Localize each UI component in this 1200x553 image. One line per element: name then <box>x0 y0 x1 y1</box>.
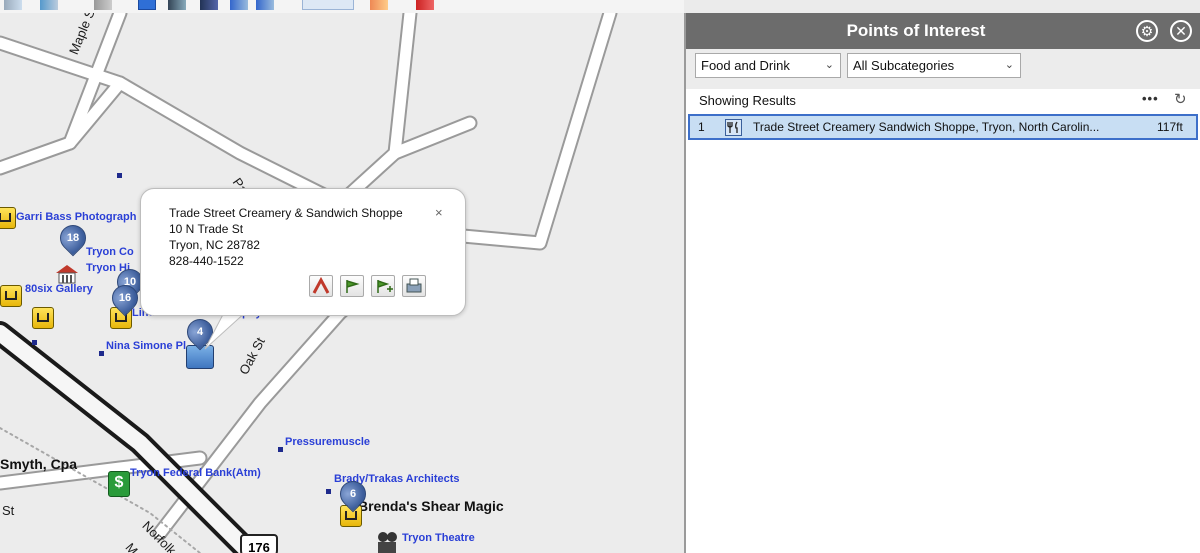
toolbar-button[interactable] <box>256 0 274 10</box>
close-icon[interactable]: ✕ <box>1170 20 1192 42</box>
popup-phone: 828-440-1522 <box>169 254 244 268</box>
highway-shield: 176 <box>240 534 278 553</box>
poi-panel: Points of Interest ⚙ ✕ Food and Drink ⌄ … <box>684 13 1200 553</box>
poi-label[interactable]: Tryon Federal Bank(Atm) <box>130 467 261 479</box>
chevron-down-icon: ⌄ <box>824 59 834 71</box>
toolbar-button[interactable] <box>302 0 354 10</box>
poi-dot[interactable] <box>278 447 283 452</box>
app-window: Maple St Pal Oak St St Norfolk M Garri B… <box>0 0 1200 553</box>
toolbar-button[interactable] <box>94 0 112 10</box>
theatre-icon[interactable] <box>376 531 398 553</box>
map-view[interactable]: Maple St Pal Oak St St Norfolk M Garri B… <box>0 13 684 553</box>
result-index: 1 <box>698 120 705 134</box>
popup-close-icon[interactable]: × <box>435 205 443 220</box>
poi-label[interactable]: Pressuremuscle <box>285 436 370 448</box>
toolbar-button[interactable] <box>168 0 186 10</box>
atm-icon[interactable]: $ <box>108 471 130 497</box>
toolbar-button[interactable] <box>40 0 58 10</box>
poi-label[interactable]: Tryon Theatre <box>402 532 475 544</box>
toolbar-button[interactable] <box>230 0 248 10</box>
poi-dot[interactable] <box>32 340 37 345</box>
poi-dot[interactable] <box>99 351 104 356</box>
results-label: Showing Results <box>699 93 796 108</box>
result-row[interactable]: 1 Trade Street Creamery Sandwich Shoppe,… <box>688 114 1198 140</box>
business-label[interactable]: Smyth, Cpa <box>0 456 77 472</box>
chevron-down-icon: ⌄ <box>1004 59 1014 71</box>
restaurant-icon <box>725 119 742 136</box>
add-stop-button[interactable] <box>340 275 364 297</box>
filter-bar: Food and Drink ⌄ All Subcategories ⌄ <box>686 49 1200 89</box>
panel-title: Points of Interest <box>846 21 986 40</box>
result-distance: 117ft <box>1157 120 1183 134</box>
poi-label[interactable]: Garri Bass Photograph <box>16 211 136 223</box>
subcategory-select[interactable]: All Subcategories ⌄ <box>847 53 1021 78</box>
street-label: St <box>2 503 15 518</box>
route-to-button[interactable] <box>309 275 333 297</box>
add-waypoint-button[interactable] <box>371 275 395 297</box>
printer-icon <box>406 278 422 293</box>
popup-city: Tryon, NC 28782 <box>169 238 260 252</box>
museum-icon[interactable] <box>56 265 78 285</box>
popup-title: Trade Street Creamery & Sandwich Shoppe <box>169 206 403 220</box>
photography-icon[interactable] <box>0 207 16 229</box>
panel-header: Points of Interest ⚙ ✕ <box>686 13 1200 49</box>
result-name: Trade Street Creamery Sandwich Shoppe, T… <box>753 120 1100 134</box>
poi-dot[interactable] <box>117 173 122 178</box>
toolbar-button[interactable] <box>370 0 388 10</box>
gallery-icon[interactable] <box>0 285 22 307</box>
category-select[interactable]: Food and Drink ⌄ <box>695 53 841 78</box>
toolbar-button[interactable] <box>416 0 434 10</box>
poi-label[interactable]: Nina Simone Pl <box>106 340 186 352</box>
refresh-icon[interactable]: ↻ <box>1174 90 1187 108</box>
poi-popup: Trade Street Creamery & Sandwich Shoppe … <box>140 188 466 316</box>
toolbar-button[interactable] <box>200 0 218 10</box>
results-header: Showing Results ••• ↻ <box>686 89 1200 113</box>
toolbar-button[interactable] <box>4 0 22 10</box>
more-dots-icon[interactable]: ••• <box>1142 91 1159 106</box>
flag-icon <box>346 280 360 293</box>
gear-icon[interactable]: ⚙ <box>1136 20 1158 42</box>
gallery-icon[interactable] <box>32 307 54 329</box>
toolbar <box>0 0 684 14</box>
toolbar-button[interactable] <box>138 0 156 10</box>
print-button[interactable] <box>402 275 426 297</box>
business-label[interactable]: Brenda's Shear Magic <box>358 498 504 514</box>
poi-dot[interactable] <box>326 489 331 494</box>
flag-plus-icon <box>377 280 393 293</box>
route-icon <box>312 276 330 294</box>
poi-label[interactable]: Tryon Co <box>86 246 134 258</box>
popup-address: 10 N Trade St <box>169 222 244 236</box>
